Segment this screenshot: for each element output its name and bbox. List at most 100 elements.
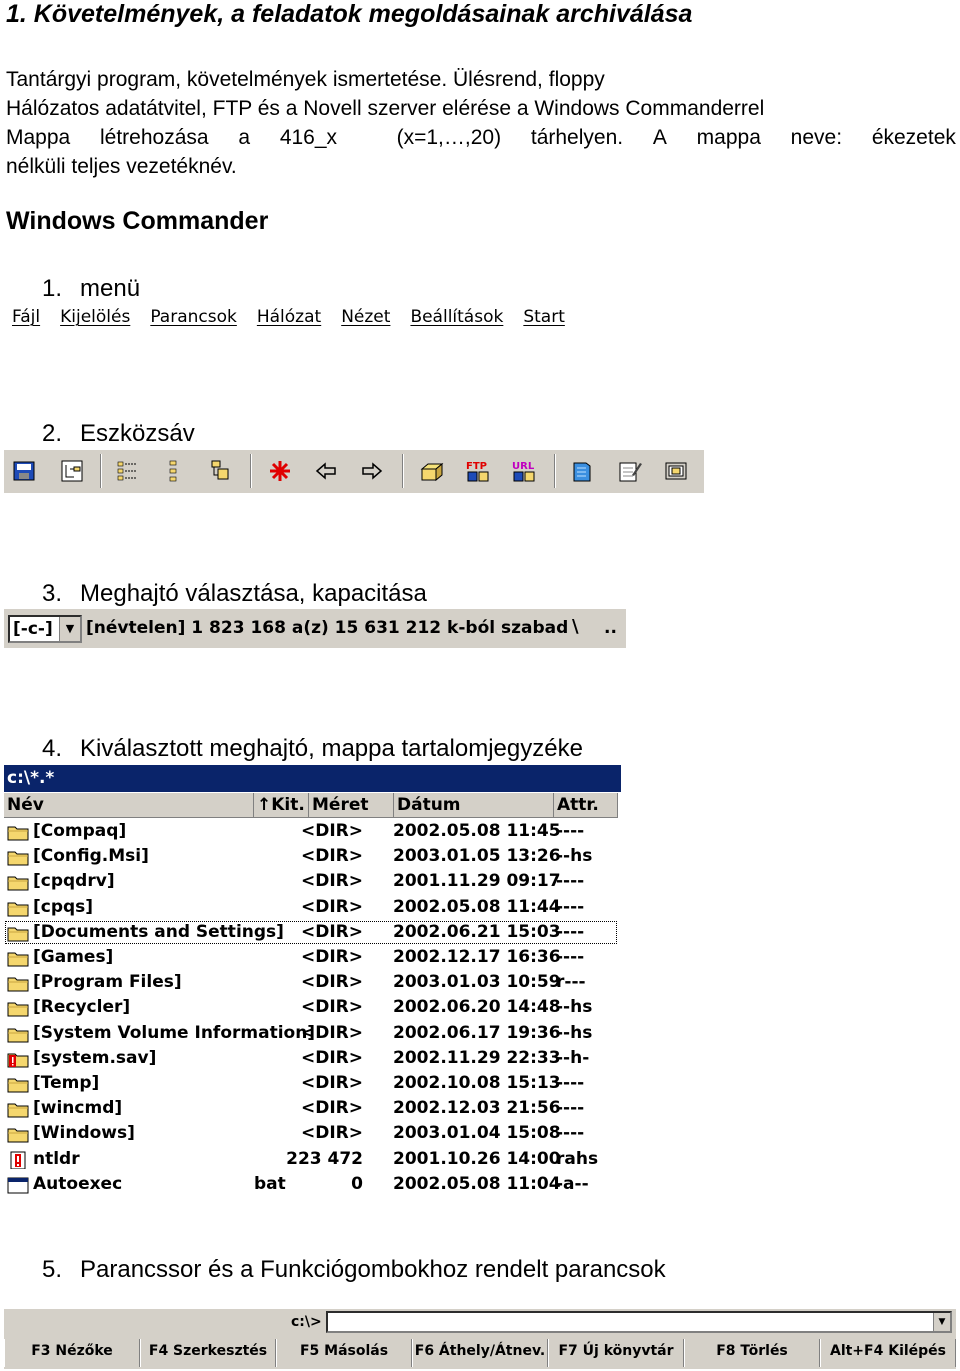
- command-prompt: c:\>: [291, 1314, 322, 1330]
- url-icon[interactable]: URL: [512, 459, 536, 483]
- menu-item-nezet[interactable]: Nézet: [341, 307, 390, 331]
- forward-icon[interactable]: [360, 459, 384, 483]
- chevron-down-icon[interactable]: ▼: [59, 617, 80, 641]
- table-row[interactable]: [Config.Msi] <DIR> 2003.01.05 13:26 --hs: [4, 844, 618, 869]
- hidden-folder-icon: [7, 1053, 29, 1068]
- file-size: <DIR>: [300, 1098, 363, 1119]
- column-header-ext[interactable]: ↑Kit.: [254, 793, 309, 818]
- table-row[interactable]: ntldr 223 472 2001.10.26 14:00 rahs: [4, 1147, 618, 1172]
- file-attributes: ----: [556, 1123, 585, 1144]
- section-2-heading: 2. Eszközsáv: [42, 420, 195, 448]
- table-row[interactable]: [System Volume Information] <DIR> 2002.06.…: [4, 1021, 618, 1046]
- table-row[interactable]: Autoexec bat 0 2002.05.08 11:04 -a--: [4, 1172, 618, 1197]
- file-size: <DIR>: [300, 997, 363, 1018]
- table-row[interactable]: [system.sav] <DIR> 2002.11.29 22:33 --h-: [4, 1046, 618, 1071]
- drive-select-value: [-c-]: [13, 619, 53, 639]
- file-attributes: ----: [556, 1073, 585, 1093]
- file-attributes: ----: [556, 921, 585, 942]
- folder-icon: [7, 851, 29, 866]
- intro-line-2: Hálózatos adatátvitel, FTP és a Novell s…: [6, 97, 765, 120]
- column-header-date[interactable]: Dátum: [394, 793, 554, 818]
- file-size: <DIR>: [300, 1022, 363, 1043]
- file-date: 2003.01.03 10:59: [393, 972, 561, 993]
- section-4-heading: 4. Kiválasztott meghajtó, mappa tartalomj…: [42, 735, 583, 763]
- file-size: <DIR>: [300, 1047, 363, 1068]
- column-header-name[interactable]: Név: [4, 793, 254, 818]
- pack-icon[interactable]: [420, 459, 444, 483]
- file-date: 2002.06.20 14:48: [393, 997, 561, 1018]
- copy-icon[interactable]: [664, 459, 688, 483]
- file-name: ntldr: [33, 1148, 80, 1169]
- file-name: [cpqs]: [33, 896, 94, 917]
- page-heading: 1. Követelmények, a feladatok megoldásai…: [6, 0, 693, 28]
- table-row[interactable]: [Games] <DIR> 2002.12.17 16:36 ----: [4, 945, 618, 970]
- section-5-heading: 5. Parancssor és a Funkciógombokhoz rende…: [42, 1256, 666, 1284]
- folder-icon: [7, 1078, 29, 1093]
- ftp-icon[interactable]: FTP: [466, 459, 490, 483]
- table-row[interactable]: [cpqdrv] <DIR> 2001.11.29 09:17 ----: [4, 869, 618, 894]
- file-size: <DIR>: [300, 896, 363, 917]
- f5-copy-button[interactable]: F5 Másolás: [276, 1339, 412, 1367]
- menu-item-kijeloles[interactable]: Kijelölés: [60, 307, 130, 331]
- menu-item-beallitasok[interactable]: Beállítások: [410, 307, 503, 331]
- notepad-icon[interactable]: [570, 459, 594, 483]
- file-size: <DIR>: [300, 947, 363, 967]
- table-row[interactable]: [Recycler] <DIR> 2002.06.20 14:48 --hs: [4, 995, 618, 1020]
- section-number: 1.: [42, 275, 63, 302]
- intro-word: létrehozása: [100, 126, 209, 149]
- f3-view-button[interactable]: F3 Nézőke: [4, 1339, 140, 1367]
- f7-mkdir-button[interactable]: F7 Új könyvtár: [548, 1339, 684, 1367]
- root-button[interactable]: \: [572, 616, 579, 637]
- menu-item-fajl[interactable]: Fájl: [12, 307, 40, 331]
- file-name: [System Volume Information]: [33, 1022, 316, 1043]
- folder-icon: [7, 1103, 29, 1118]
- drive-select[interactable]: [-c-] ▼: [8, 615, 82, 643]
- edit-icon[interactable]: [618, 459, 642, 483]
- back-icon[interactable]: [314, 459, 338, 483]
- column-header-attr[interactable]: Attr.: [554, 793, 618, 818]
- table-row[interactable]: [cpqs] <DIR> 2002.05.08 11:44 ----: [4, 895, 618, 920]
- column-header-size[interactable]: Méret: [309, 793, 394, 818]
- file-date: 2003.01.04 15:08: [393, 1123, 561, 1144]
- file-date: 2002.05.08 11:44: [393, 896, 561, 917]
- file-attributes: ----: [556, 821, 585, 841]
- up-button[interactable]: ..: [604, 618, 617, 638]
- table-row[interactable]: [Windows] <DIR> 2003.01.04 15:08 ----: [4, 1121, 618, 1146]
- chevron-down-icon[interactable]: ▼: [933, 1313, 950, 1331]
- menu-item-parancsok[interactable]: Parancsok: [150, 307, 237, 331]
- f6-move-button[interactable]: F6 Áthely/Átnev.: [412, 1339, 548, 1367]
- table-row[interactable]: [wincmd] <DIR> 2002.12.03 21:56 ----: [4, 1096, 618, 1121]
- menu-item-halozat[interactable]: Hálózat: [257, 307, 321, 331]
- file-size: <DIR>: [300, 846, 363, 867]
- refresh-icon[interactable]: [12, 459, 36, 483]
- menu-item-start[interactable]: Start: [523, 307, 565, 331]
- table-row[interactable]: [Program Files] <DIR> 2003.01.03 10:59 r---: [4, 970, 618, 995]
- brief-view-icon[interactable]: [116, 459, 140, 483]
- section-number: 5.: [42, 1256, 63, 1283]
- drive-bar: [-c-] ▼ [névtelen] 1 823 168 a(z) 15 631…: [4, 609, 626, 648]
- file-date: 2002.06.17 19:36: [393, 1022, 561, 1043]
- full-view-icon[interactable]: [162, 459, 186, 483]
- intro-word: tárhelyen.: [530, 126, 624, 149]
- thumbnail-icon[interactable]: [208, 459, 232, 483]
- file-extension: bat: [254, 1173, 286, 1194]
- file-size: <DIR>: [300, 1123, 363, 1144]
- table-row[interactable]: [Temp] <DIR> 2002.10.08 15:13 ----: [4, 1071, 618, 1096]
- select-all-icon[interactable]: [268, 459, 292, 483]
- file-name: [system.sav]: [33, 1047, 157, 1068]
- alt-f4-exit-button[interactable]: Alt+F4 Kilépés: [820, 1339, 956, 1367]
- tree-icon[interactable]: [60, 459, 84, 483]
- folder-icon: [7, 826, 29, 841]
- file-attributes: r---: [556, 972, 586, 993]
- intro-word: 416_x: [279, 126, 338, 149]
- file-date: 2003.01.05 13:26: [393, 846, 561, 867]
- table-row[interactable]: [Compaq] <DIR> 2002.05.08 11:45 ----: [4, 819, 618, 844]
- f4-edit-button[interactable]: F4 Szerkesztés: [140, 1339, 276, 1367]
- table-row[interactable]: [Documents and Settings] <DIR> 2002.06.21 …: [4, 920, 618, 945]
- toolbar-separator: [100, 454, 102, 488]
- file-size: <DIR>: [300, 1073, 363, 1093]
- f8-delete-button[interactable]: F8 Törlés: [684, 1339, 820, 1367]
- command-input[interactable]: ▼: [326, 1311, 952, 1333]
- folder-icon: [7, 927, 29, 942]
- intro-line-3: Mappa létrehozása a 416_x (x=1,…,20) tár…: [6, 126, 956, 150]
